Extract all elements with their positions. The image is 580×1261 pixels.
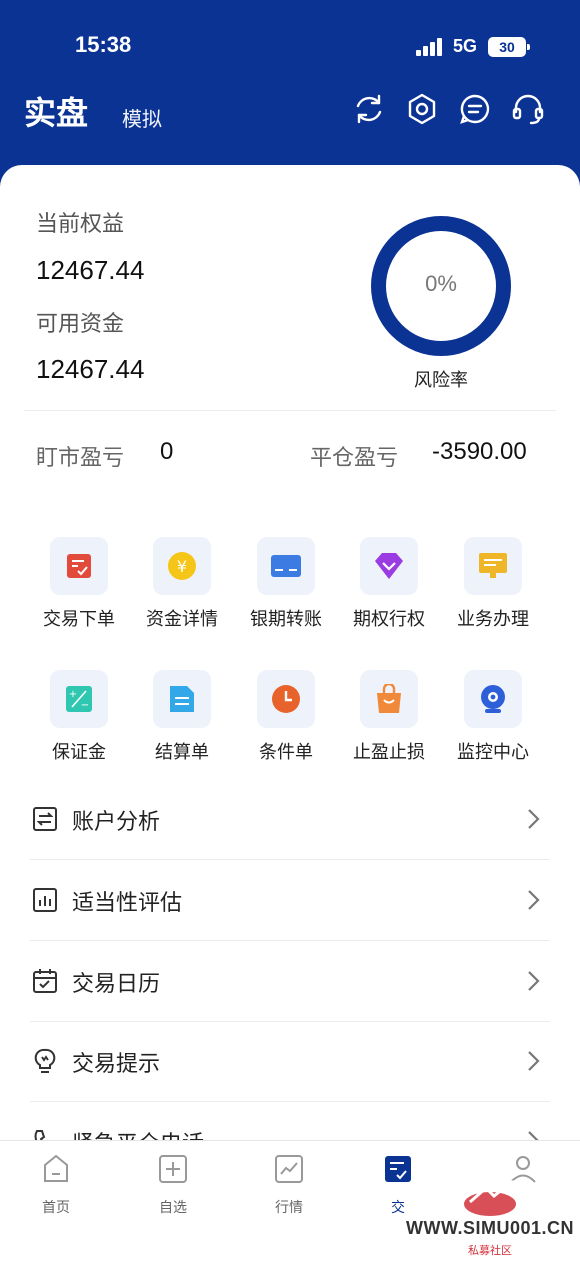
- watermark-logo-icon: [464, 1180, 516, 1216]
- grid-item-settlement[interactable]: 结算单: [132, 670, 232, 764]
- equity-label: 当前权益: [36, 212, 125, 237]
- bag-icon: [377, 684, 401, 713]
- grid-label: 监控中心: [457, 742, 529, 763]
- battery-icon: 30: [488, 37, 530, 57]
- grid-item-stop-loss[interactable]: 止盈止损: [339, 670, 439, 764]
- grid-tile: ¥: [153, 537, 211, 595]
- camera-icon: [481, 685, 505, 713]
- grid-tile: [464, 537, 522, 595]
- watermark-sub: 私募社区: [468, 1244, 512, 1257]
- svg-text:+: +: [69, 689, 77, 700]
- tab-real-trading[interactable]: 实盘: [24, 88, 88, 134]
- grid-tile: + −: [50, 670, 108, 728]
- divider: [24, 410, 556, 411]
- menu-item-account-analysis[interactable]: 账户分析: [30, 780, 550, 860]
- tab-market[interactable]: 行情: [249, 1153, 329, 1217]
- close-pl-value: -3590.00: [432, 438, 527, 465]
- grid-tile: [257, 537, 315, 595]
- home-icon: [44, 1154, 68, 1182]
- grid-item-fund-details[interactable]: ¥ 资金详情: [132, 537, 232, 631]
- tab-label: 行情: [275, 1200, 303, 1216]
- trend-icon: [275, 1155, 303, 1183]
- exchange-icon: [33, 807, 57, 831]
- menu-label: 交易日历: [72, 972, 161, 997]
- grid-label: 止盈止损: [353, 742, 425, 763]
- status-bar: 15:38 5G 30: [0, 0, 580, 90]
- grid-tile: [50, 537, 108, 595]
- grid-item-monitor-center[interactable]: 监控中心: [443, 670, 543, 764]
- available-funds-value: 12467.44: [36, 354, 145, 384]
- grid-label: 期权行权: [353, 609, 425, 630]
- network-type: 5G: [453, 36, 478, 56]
- tab-watchlist[interactable]: 自选: [133, 1153, 213, 1217]
- menu-item-trading-tips[interactable]: 交易提示: [30, 1022, 550, 1102]
- grid-label: 保证金: [52, 742, 106, 763]
- grid-tile: [464, 670, 522, 728]
- refresh-icon[interactable]: [352, 92, 386, 126]
- svg-text:−: −: [81, 700, 89, 711]
- grid-item-trade-order[interactable]: 交易下单: [29, 537, 129, 631]
- add-box-icon: [159, 1155, 187, 1183]
- tab-simulation[interactable]: 模拟: [122, 103, 162, 132]
- order-icon: [67, 554, 91, 578]
- grid-label: 资金详情: [146, 609, 218, 630]
- grid-item-conditional-order[interactable]: 条件单: [236, 670, 336, 764]
- settings-icon[interactable]: [405, 92, 439, 126]
- yuan-coin-icon: ¥: [168, 552, 196, 580]
- grid-label: 业务办理: [457, 609, 529, 630]
- clock-icon: [272, 685, 300, 713]
- bulb-icon: [34, 1048, 56, 1073]
- float-pl-value: 0: [160, 438, 174, 465]
- equity-value: 12467.44: [36, 255, 145, 285]
- grid-tile: [360, 670, 418, 728]
- chevron-right-icon: [528, 890, 540, 910]
- menu-item-trading-calendar[interactable]: 交易日历: [30, 942, 550, 1022]
- signal-icon: [416, 38, 444, 56]
- grid-label: 结算单: [155, 742, 209, 763]
- menu-item-suitability[interactable]: 适当性评估: [30, 861, 550, 941]
- grid-label: 条件单: [259, 742, 313, 763]
- grid-item-business[interactable]: 业务办理: [443, 537, 543, 631]
- risk-rate-label: 风险率: [414, 370, 468, 391]
- calculator-icon: + −: [66, 686, 92, 712]
- document-icon: [170, 686, 194, 712]
- grid-label: 交易下单: [43, 609, 115, 630]
- available-funds-label: 可用资金: [36, 312, 125, 337]
- monitor-icon: [479, 553, 507, 578]
- grid-label: 银期转账: [250, 609, 322, 630]
- grid-tile: [360, 537, 418, 595]
- svg-text:¥: ¥: [177, 557, 187, 576]
- grid-item-option-exercise[interactable]: 期权行权: [339, 537, 439, 631]
- chevron-right-icon: [528, 971, 540, 991]
- grid-tile: [153, 670, 211, 728]
- card-icon: [271, 555, 301, 577]
- risk-rate-value: 0%: [425, 271, 457, 296]
- diamond-icon: [375, 553, 403, 579]
- calendar-icon: [33, 969, 57, 993]
- chevron-right-icon: [528, 1051, 540, 1071]
- close-pl-label: 平仓盈亏: [310, 446, 399, 471]
- headset-icon[interactable]: [511, 92, 545, 126]
- watermark-text: WWW.SIMU001.CN: [405, 1218, 574, 1238]
- menu-label: 账户分析: [72, 810, 161, 835]
- tab-home[interactable]: 首页: [16, 1153, 96, 1217]
- grid-tile: [257, 670, 315, 728]
- grid-item-margin[interactable]: + − 保证金: [29, 670, 129, 764]
- chevron-right-icon: [528, 809, 540, 829]
- bar-chart-icon: [33, 888, 57, 912]
- status-time: 15:38: [75, 32, 132, 57]
- grid-item-bank-transfer[interactable]: 银期转账: [236, 537, 336, 631]
- watermark: WWW.SIMU001.CN 私募社区: [404, 1178, 576, 1258]
- float-pl-label: 盯市盈亏: [36, 446, 125, 471]
- message-icon[interactable]: [458, 92, 492, 126]
- menu-label: 适当性评估: [72, 891, 183, 916]
- menu-label: 交易提示: [72, 1052, 161, 1077]
- tab-label: 首页: [42, 1200, 70, 1216]
- tab-label: 自选: [159, 1200, 187, 1216]
